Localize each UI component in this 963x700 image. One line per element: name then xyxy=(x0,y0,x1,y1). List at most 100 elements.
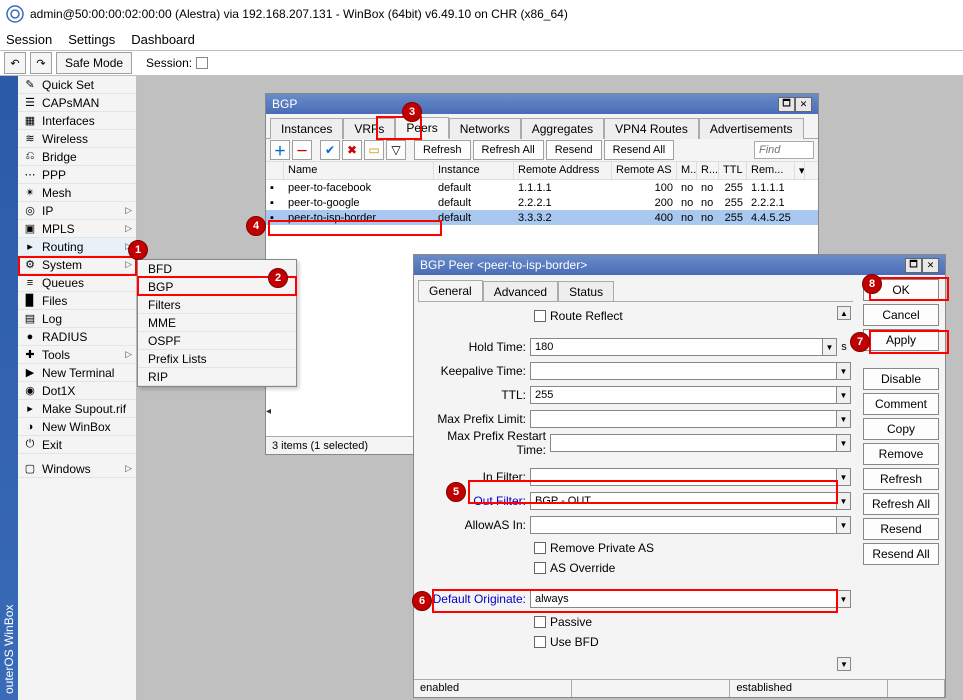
bgp-remove-button[interactable]: － xyxy=(292,140,312,160)
max-prefix-restart-dropdown[interactable]: ▼ xyxy=(837,434,851,452)
sidebar-item-make-supout.rif[interactable]: ▸Make Supout.rif xyxy=(18,400,136,418)
bgp-find-input[interactable] xyxy=(754,141,814,159)
in-filter-dropdown[interactable]: ▼ xyxy=(837,468,851,486)
submenu-item-prefix-lists[interactable]: Prefix Lists xyxy=(138,350,296,368)
refresh-all-button[interactable]: Refresh All xyxy=(863,493,939,515)
bgp-enable-button[interactable]: ✔ xyxy=(320,140,340,160)
max-prefix-dropdown[interactable]: ▼ xyxy=(837,410,851,428)
sidebar-item-quick-set[interactable]: ✎Quick Set xyxy=(18,76,136,94)
bgp-filter-button[interactable]: ▽ xyxy=(386,140,406,160)
sidebar-item-interfaces[interactable]: ▦Interfaces xyxy=(18,112,136,130)
bgp-tab-aggregates[interactable]: Aggregates xyxy=(521,118,604,139)
ttl-dropdown[interactable]: ▼ xyxy=(837,386,851,404)
sidebar-item-windows[interactable]: ▢Windows▷ xyxy=(18,460,136,478)
sidebar-item-wireless[interactable]: ≋Wireless xyxy=(18,130,136,148)
menu-dashboard[interactable]: Dashboard xyxy=(131,32,195,47)
bgp-peer-titlebar[interactable]: BGP Peer <peer-to-isp-border> 🗖 ✕ xyxy=(414,255,945,275)
table-row[interactable]: ▪peer-to-facebookdefault1.1.1.1100nono25… xyxy=(266,180,818,195)
keepalive-input[interactable] xyxy=(530,362,837,380)
bgp-window-close-button[interactable]: ✕ xyxy=(795,97,812,112)
keepalive-dropdown[interactable]: ▼ xyxy=(837,362,851,380)
passive-checkbox[interactable] xyxy=(534,616,546,628)
table-row[interactable]: ▪peer-to-googledefault2.2.2.1200nono2552… xyxy=(266,195,818,210)
default-originate-dropdown[interactable]: ▼ xyxy=(837,590,851,608)
table-row[interactable]: ▪peer-to-isp-borderdefault3.3.3.2400nono… xyxy=(266,210,818,225)
use-bfd-checkbox[interactable] xyxy=(534,636,546,648)
bgp-tab-advertisements[interactable]: Advertisements xyxy=(699,118,804,139)
sidebar-item-files[interactable]: ▉Files xyxy=(18,292,136,310)
bgp-comment-button[interactable]: ▭ xyxy=(364,140,384,160)
default-originate-input[interactable]: always xyxy=(530,590,837,608)
sidebar-item-capsman[interactable]: ☰CAPsMAN xyxy=(18,94,136,112)
menu-session[interactable]: Session xyxy=(6,32,52,47)
sidebar-item-log[interactable]: ▤Log xyxy=(18,310,136,328)
sidebar-item-mpls[interactable]: ▣MPLS▷ xyxy=(18,220,136,238)
bgp-window-restore-button[interactable]: 🗖 xyxy=(778,97,795,112)
bgp-peer-restore-button[interactable]: 🗖 xyxy=(905,258,922,273)
bgp-tab-networks[interactable]: Networks xyxy=(449,118,521,139)
resend-button[interactable]: Resend xyxy=(863,518,939,540)
sidebar-item-bridge[interactable]: ⎌Bridge xyxy=(18,148,136,166)
refresh-button[interactable]: Refresh xyxy=(863,468,939,490)
undo-button[interactable]: ↶ xyxy=(4,52,26,74)
bgp-resend-all-button[interactable]: Resend All xyxy=(604,140,675,160)
bgp-tab-instances[interactable]: Instances xyxy=(270,118,343,139)
form-scroll-down-icon[interactable]: ▼ xyxy=(837,657,851,671)
ttl-input[interactable]: 255 xyxy=(530,386,837,404)
peer-tab-general[interactable]: General xyxy=(418,280,483,302)
max-prefix-input[interactable] xyxy=(530,410,837,428)
cancel-button[interactable]: Cancel xyxy=(863,304,939,326)
remove-private-as-checkbox[interactable] xyxy=(534,542,546,554)
route-reflect-checkbox[interactable] xyxy=(534,310,546,322)
allowas-input[interactable] xyxy=(530,516,837,534)
submenu-item-rip[interactable]: RIP xyxy=(138,368,296,386)
max-prefix-restart-input[interactable] xyxy=(550,434,837,452)
safe-mode-button[interactable]: Safe Mode xyxy=(56,52,132,74)
bgp-tab-peers[interactable]: Peers xyxy=(395,117,448,139)
submenu-item-filters[interactable]: Filters xyxy=(138,296,296,314)
sidebar-item-ppp[interactable]: ⋯PPP xyxy=(18,166,136,184)
sidebar-item-mesh[interactable]: ✴Mesh xyxy=(18,184,136,202)
submenu-item-ospf[interactable]: OSPF xyxy=(138,332,296,350)
bgp-disable-button[interactable]: ✖ xyxy=(342,140,362,160)
sidebar-item-new-terminal[interactable]: ▶New Terminal xyxy=(18,364,136,382)
bgp-refresh-all-button[interactable]: Refresh All xyxy=(473,140,544,160)
bgp-peer-close-button[interactable]: ✕ xyxy=(922,258,939,273)
hold-time-dropdown[interactable]: ▼ xyxy=(823,338,837,356)
out-filter-input[interactable]: BGP - OUT xyxy=(530,492,837,510)
in-filter-input[interactable] xyxy=(530,468,837,486)
menu-settings[interactable]: Settings xyxy=(68,32,115,47)
allowas-dropdown[interactable]: ▼ xyxy=(837,516,851,534)
sidebar-item-queues[interactable]: ≡Queues xyxy=(18,274,136,292)
peer-tab-advanced[interactable]: Advanced xyxy=(483,281,558,302)
disable-button[interactable]: Disable xyxy=(863,368,939,390)
sidebar-item-ip[interactable]: ◎IP▷ xyxy=(18,202,136,220)
sidebar-item-dot1x[interactable]: ◉Dot1X xyxy=(18,382,136,400)
apply-button[interactable]: Apply xyxy=(863,329,939,351)
sidebar-item-exit[interactable]: ⏻Exit xyxy=(18,436,136,454)
redo-button[interactable]: ↷ xyxy=(30,52,52,74)
as-override-checkbox[interactable] xyxy=(534,562,546,574)
out-filter-dropdown[interactable]: ▼ xyxy=(837,492,851,510)
sidebar-item-radius[interactable]: ●RADIUS xyxy=(18,328,136,346)
session-checkbox[interactable] xyxy=(196,57,208,69)
sidebar-item-new-winbox[interactable]: ◑New WinBox xyxy=(18,418,136,436)
bgp-tab-vpn4-routes[interactable]: VPN4 Routes xyxy=(604,118,699,139)
sidebar-item-routing[interactable]: ▸Routing▷ xyxy=(18,238,136,256)
hold-time-input[interactable]: 180 xyxy=(530,338,823,356)
bgp-window-titlebar[interactable]: BGP 🗖 ✕ xyxy=(266,94,818,114)
peer-tab-status[interactable]: Status xyxy=(558,281,614,302)
bgp-scroll-left-icon[interactable]: ◂ xyxy=(266,406,278,418)
remove-button[interactable]: Remove xyxy=(863,443,939,465)
form-scroll-up-icon[interactable]: ▲ xyxy=(837,306,851,320)
submenu-item-mme[interactable]: MME xyxy=(138,314,296,332)
sidebar-item-system[interactable]: ⚙System▷ xyxy=(18,256,136,274)
comment-button[interactable]: Comment xyxy=(863,393,939,415)
sidebar-item-tools[interactable]: ✚Tools▷ xyxy=(18,346,136,364)
bgp-tab-vrfs[interactable]: VRFs xyxy=(343,118,395,139)
copy-button[interactable]: Copy xyxy=(863,418,939,440)
bgp-resend-button[interactable]: Resend xyxy=(546,140,602,160)
bgp-refresh-button[interactable]: Refresh xyxy=(414,140,471,160)
resend-all-button[interactable]: Resend All xyxy=(863,543,939,565)
bgp-add-button[interactable]: ＋ xyxy=(270,140,290,160)
